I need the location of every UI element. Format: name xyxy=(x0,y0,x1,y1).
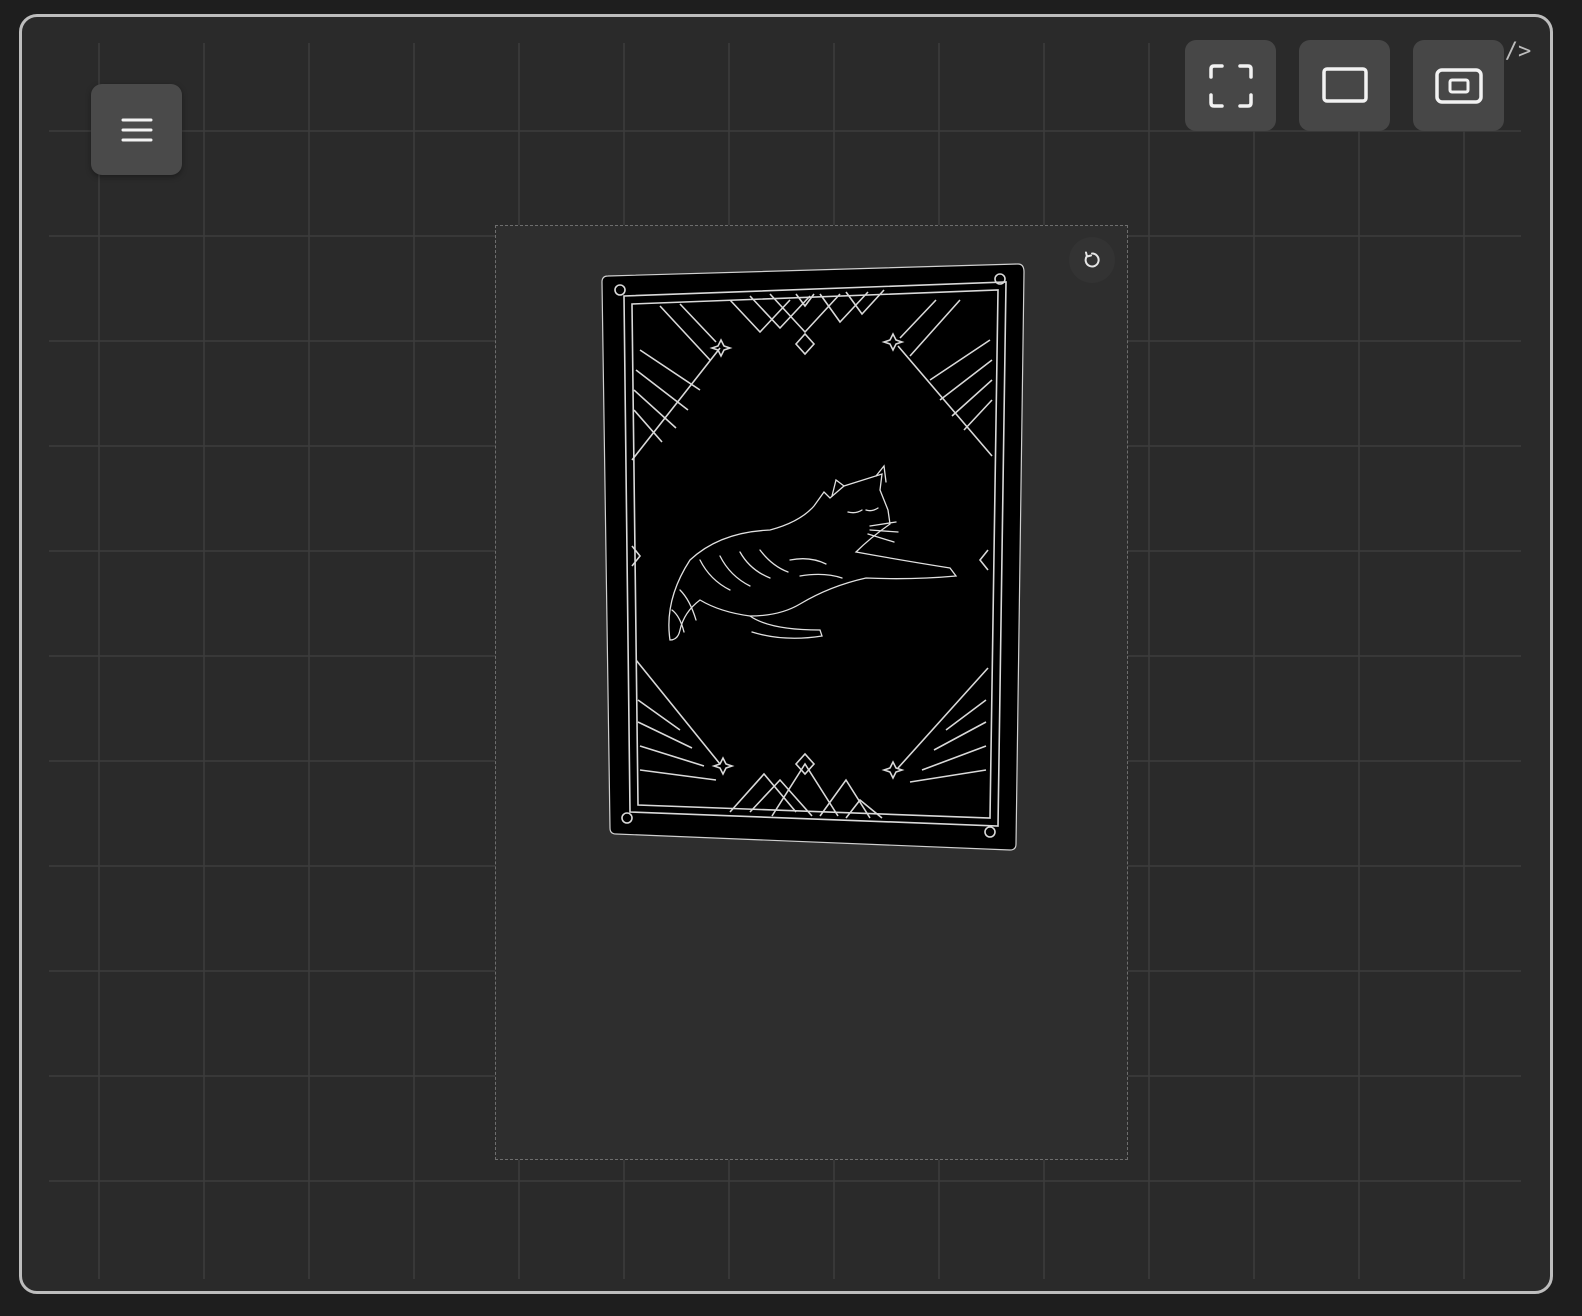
fit-view-button[interactable] xyxy=(1413,40,1504,131)
rotate-reset-icon xyxy=(1084,251,1100,268)
rectangle-frame-icon xyxy=(1321,66,1368,103)
hamburger-menu-icon xyxy=(121,118,152,141)
fit-screen-icon xyxy=(1434,67,1483,104)
fullscreen-button[interactable] xyxy=(1185,40,1276,131)
frame-view-button[interactable] xyxy=(1299,40,1390,131)
code-toggle-label: /> xyxy=(1504,38,1532,64)
tarot-card[interactable] xyxy=(600,260,1032,854)
menu-button[interactable] xyxy=(91,84,182,175)
fullscreen-corners-icon xyxy=(1208,63,1253,108)
code-toggle-button[interactable]: /> xyxy=(1500,34,1536,68)
reset-rotation-button[interactable] xyxy=(1069,237,1115,283)
